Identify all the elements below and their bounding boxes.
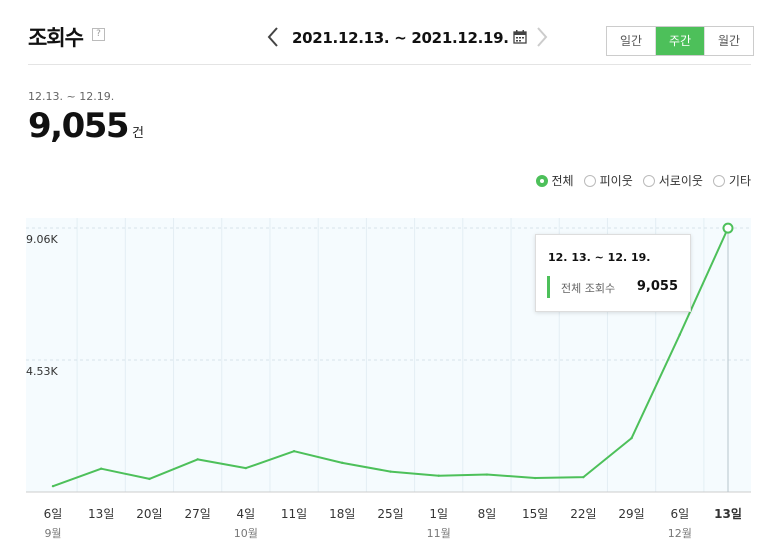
data-point [51,484,55,488]
x-tick-label: 18일 [329,507,355,521]
data-point [485,473,489,476]
x-tick-label: 13일 [714,507,742,521]
data-point [292,450,296,453]
data-point [244,466,248,470]
tooltip-label: 전체 조회수 [561,282,616,295]
x-tick-label: 8일 [478,507,497,521]
x-tick-label: 29일 [618,507,644,521]
x-tick-label: 25일 [377,507,403,521]
data-point [678,333,681,336]
data-point [437,474,440,477]
x-tick-label: 20일 [136,507,162,521]
data-point [389,470,392,473]
x-tick-label: 6일 [670,507,689,521]
x-month-label: 11월 [427,527,451,540]
x-tick-label: 1일 [429,507,448,521]
y-tick-label: 4.53K [26,365,58,378]
data-point [341,461,344,465]
data-point [148,477,151,481]
x-tick-label: 27일 [184,507,210,521]
x-tick-label: 22일 [570,507,596,521]
y-tick-label: 9.06K [26,233,58,246]
data-point [533,476,537,480]
x-tick-label: 6일 [44,507,63,521]
data-point [582,475,585,479]
x-month-label: 9월 [44,527,61,540]
x-tick-label: 13일 [88,507,114,521]
data-point [722,222,734,234]
data-point [196,458,199,461]
tooltip-series-swatch [547,276,550,298]
x-tick-label: 11일 [281,507,307,521]
x-month-label: 12월 [668,527,692,540]
x-tick-label: 4일 [237,507,256,521]
tooltip-title: 12. 13. ~ 12. 19. [548,251,651,264]
x-tick-label: 15일 [522,507,548,521]
data-point [630,436,633,440]
chart-tooltip: 12. 13. ~ 12. 19. 전체 조회수 9,055 [535,234,691,312]
data-point [100,467,103,470]
x-month-label: 10월 [234,527,258,540]
tooltip-value: 9,055 [636,279,678,294]
